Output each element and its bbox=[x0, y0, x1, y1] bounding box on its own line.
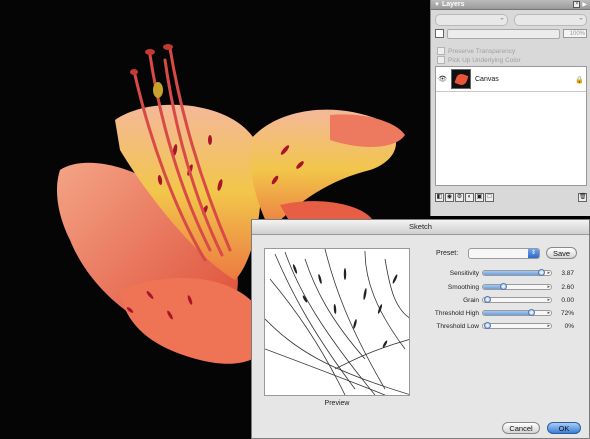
layer-list: 👁 Canvas 🔒 bbox=[435, 66, 587, 186]
opacity-value-field[interactable]: 100% bbox=[563, 29, 587, 38]
new-layer-mask-icon[interactable]: ◐ bbox=[465, 192, 474, 202]
layer-thumbnail bbox=[451, 69, 471, 89]
grain-knob[interactable] bbox=[483, 296, 491, 303]
close-panel-icon[interactable]: × bbox=[573, 1, 581, 8]
layers-title: Layers bbox=[441, 1, 465, 8]
layer-mask-icon[interactable] bbox=[435, 29, 444, 38]
increase-icon[interactable]: ▸ bbox=[547, 311, 550, 316]
threshold-high-slider-row: Threshold High◂▸ 72% bbox=[430, 308, 580, 318]
layers-panel: ▼ Layers × ▶ 100% Preserve Transparency … bbox=[430, 0, 590, 216]
threshold-low-label: Threshold Low bbox=[436, 322, 479, 330]
preview-label: Preview bbox=[324, 400, 350, 407]
layers-bottom-toolbar: ◧ ◉ ⚙ ◐ ▣ □ 🗑 bbox=[435, 190, 587, 204]
layers-titlebar[interactable]: ▼ Layers × ▶ bbox=[431, 0, 590, 10]
panel-menu-icon[interactable]: ▶ bbox=[582, 1, 587, 8]
preserve-transparency-checkbox[interactable] bbox=[437, 47, 445, 55]
eye-visibility-icon[interactable]: 👁 bbox=[438, 75, 447, 84]
pick-up-underlying-color-checkbox[interactable] bbox=[437, 56, 445, 64]
dynamic-plugins-icon[interactable]: ◉ bbox=[445, 192, 454, 202]
sketch-preview-drawing bbox=[265, 249, 409, 395]
lock-icon[interactable]: 🔒 bbox=[575, 76, 584, 84]
smoothing-slider-row: Smoothing◂▸ 2.60 bbox=[430, 282, 580, 292]
sensitivity-slider[interactable]: ◂▸ bbox=[482, 269, 552, 276]
collapse-triangle-icon[interactable]: ▼ bbox=[434, 2, 440, 8]
preset-dropdown[interactable]: ⇕ bbox=[468, 247, 540, 259]
composite-depth-select[interactable] bbox=[514, 14, 587, 26]
ok-button[interactable]: OK bbox=[547, 422, 581, 434]
grain-label: Grain bbox=[463, 296, 479, 304]
sensitivity-slider-row: Sensitivity◂▸ 3.87 bbox=[430, 268, 580, 278]
threshold-high-value: 72% bbox=[560, 309, 574, 317]
dialog-title: Sketch bbox=[252, 220, 589, 235]
sensitivity-value: 3.87 bbox=[561, 269, 574, 277]
save-preset-button[interactable]: Save bbox=[546, 247, 578, 259]
preview-image bbox=[264, 248, 410, 396]
layer-adjust-icon[interactable]: ◧ bbox=[435, 192, 444, 202]
layer-commands-icon[interactable]: ⚙ bbox=[455, 192, 464, 202]
threshold-high-fill bbox=[483, 311, 532, 315]
cancel-button[interactable]: Cancel bbox=[502, 422, 540, 434]
opacity-slider[interactable] bbox=[447, 28, 560, 39]
smoothing-value: 2.60 bbox=[561, 283, 574, 291]
trash-icon[interactable]: 🗑 bbox=[578, 192, 587, 202]
increase-icon[interactable]: ▸ bbox=[547, 324, 550, 329]
threshold-low-slider[interactable]: ◂▸ bbox=[482, 322, 552, 329]
layer-name: Canvas bbox=[475, 75, 499, 83]
preserve-transparency-label: Preserve Transparency bbox=[448, 47, 516, 55]
threshold-high-label: Threshold High bbox=[434, 309, 479, 317]
threshold-high-slider[interactable]: ◂▸ bbox=[482, 309, 552, 316]
preset-label: Preset: bbox=[436, 249, 459, 257]
chevron-updown-icon: ⇕ bbox=[528, 248, 539, 258]
threshold-low-knob[interactable] bbox=[483, 322, 491, 329]
grain-value: 0.00 bbox=[561, 296, 574, 304]
grain-slider-row: Grain◂▸ 0.00 bbox=[430, 295, 580, 305]
group-layers-icon[interactable]: ▣ bbox=[475, 192, 484, 202]
smoothing-knob[interactable] bbox=[499, 283, 507, 290]
sensitivity-knob[interactable] bbox=[537, 269, 545, 276]
grain-slider[interactable]: ◂▸ bbox=[482, 296, 552, 303]
threshold-high-knob[interactable] bbox=[528, 309, 536, 316]
layer-row[interactable]: 👁 Canvas 🔒 bbox=[436, 67, 586, 92]
sensitivity-fill bbox=[483, 271, 542, 275]
increase-icon[interactable]: ▸ bbox=[547, 271, 550, 276]
increase-icon[interactable]: ▸ bbox=[547, 298, 550, 303]
smoothing-label: Smoothing bbox=[447, 283, 479, 291]
threshold-low-slider-row: Threshold Low◂▸ 0% bbox=[430, 321, 580, 331]
composite-method-select[interactable] bbox=[435, 14, 508, 26]
sensitivity-label: Sensitivity bbox=[449, 269, 479, 277]
new-layer-icon[interactable]: □ bbox=[485, 192, 494, 202]
threshold-low-value: 0% bbox=[564, 322, 574, 330]
pick-up-underlying-color-label: Pick Up Underlying Color bbox=[448, 56, 521, 64]
increase-icon[interactable]: ▸ bbox=[547, 285, 550, 290]
smoothing-slider[interactable]: ◂▸ bbox=[482, 283, 552, 290]
sketch-dialog: Sketch Preview Preset: ⇕ Save Cancel OK … bbox=[251, 219, 590, 439]
